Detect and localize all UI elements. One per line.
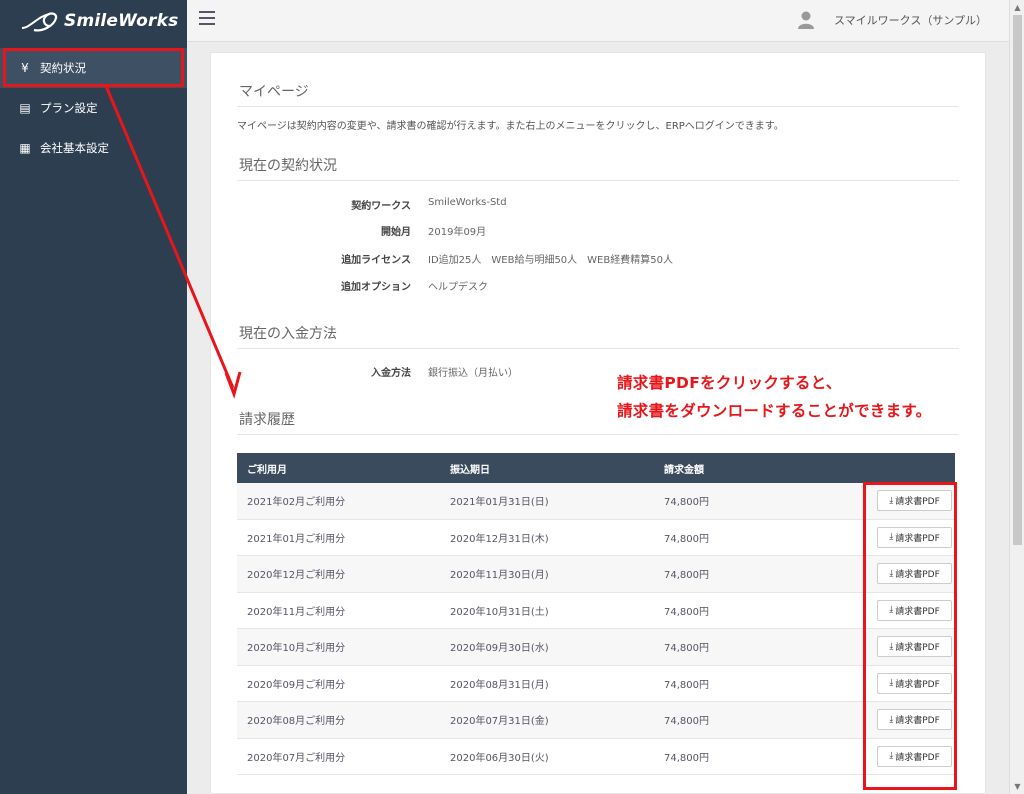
contract-section-title: 現在の契約状況: [239, 158, 337, 174]
cell-month: 2020年07月ご利用分: [247, 752, 346, 764]
cell-amount: 74,800円: [664, 716, 709, 728]
table-row: 2021年02月ご利用分 2021年01月31日(日) 74,800円 ⤓ 請求書PDF: [237, 483, 955, 520]
table-row: 2020年07月ご利用分 2020年06月30日(火) 74,800円 ⤓ 請求書PDF: [237, 739, 955, 775]
top-bar: スマイルワークス（サンプル）: [187, 0, 1009, 42]
cell-due: 2020年10月31日(土): [450, 606, 549, 618]
highlight-box-sidebar: [3, 48, 184, 87]
cell-month: 2020年12月ご利用分: [247, 570, 346, 582]
contract-row-start: 開始月 2019年09月: [381, 227, 487, 238]
cell-due: 2020年08月31日(月): [450, 679, 549, 691]
cell-amount: 74,800円: [664, 570, 709, 582]
sidebar-item-company[interactable]: ▦ 会社基本設定: [0, 128, 187, 168]
table-row: 2020年11月ご利用分 2020年10月31日(土) 74,800円 ⤓ 請求書PDF: [237, 593, 955, 629]
table-row: 2020年10月ご利用分 2020年09月30日(水) 74,800円 ⤓ 請求書PDF: [237, 629, 955, 666]
page-scrollbar[interactable]: ▲ ▼: [1009, 0, 1024, 794]
scroll-down-icon[interactable]: ▼: [1010, 779, 1024, 794]
cell-due: 2020年11月30日(月): [450, 570, 549, 582]
user-name: スマイルワークス（サンプル）: [833, 14, 987, 27]
cell-due: 2020年06月30日(火): [450, 752, 549, 764]
cell-due: 2021年01月31日(日): [450, 497, 549, 509]
sidebar-item-label: プラン設定: [40, 101, 98, 115]
brand-name: SmileWorks: [64, 11, 179, 31]
table-header: ご利用月 振込期日 請求金額: [237, 453, 955, 483]
table-row: 2021年01月ご利用分 2020年12月31日(木) 74,800円 ⤓ 請求書PDF: [237, 520, 955, 556]
building-icon: ▦: [19, 141, 31, 155]
scroll-up-icon[interactable]: ▲: [1010, 0, 1024, 15]
scrollbar-thumb[interactable]: [1013, 15, 1022, 545]
contract-row-license: 追加ライセンス ID追加25人 WEB給与明細50人 WEB経費精算50人: [341, 255, 673, 266]
contract-row-option: 追加オプション ヘルプデスク: [341, 282, 488, 293]
table-row: 2020年09月ご利用分 2020年08月31日(月) 74,800円 ⤓ 請求書PDF: [237, 666, 955, 702]
annotation-note: 請求書PDFをクリックすると、 請求書をダウンロードすることができます。: [617, 374, 932, 420]
user-avatar-icon: [797, 11, 814, 29]
billing-history-table: ご利用月 振込期日 請求金額 2021年02月ご利用分 2021年01月31日(日…: [237, 453, 955, 775]
contract-row-works: 契約ワークス SmileWorks-Std: [351, 197, 507, 212]
cell-amount: 74,800円: [664, 643, 709, 655]
smileworks-logo-icon: [21, 12, 58, 32]
cell-amount: 74,800円: [664, 497, 709, 509]
cell-amount: 74,800円: [664, 679, 709, 691]
user-menu[interactable]: スマイルワークス（サンプル）: [797, 11, 987, 29]
cell-amount: 74,800円: [664, 606, 709, 618]
highlight-box-pdf-buttons: [863, 482, 957, 790]
cell-amount: 74,800円: [664, 533, 709, 545]
cell-month: 2020年11月ご利用分: [247, 606, 346, 618]
sidebar: SmileWorks ¥ 契約状況 ▤ プラン設定 ▦ 会社基本設定: [0, 0, 187, 794]
cell-due: 2020年07月31日(金): [450, 716, 549, 728]
brand-logo[interactable]: SmileWorks: [0, 0, 187, 42]
page-title: マイページ: [239, 84, 309, 100]
payment-row: 入金方法 銀行振込（月払い）: [371, 368, 518, 379]
cell-due: 2020年12月31日(木): [450, 533, 549, 545]
hamburger-menu-icon[interactable]: [199, 11, 215, 27]
cell-month: 2020年09月ご利用分: [247, 679, 346, 691]
list-icon: ▤: [19, 101, 31, 115]
payment-section-title: 現在の入金方法: [239, 326, 337, 342]
cell-month: 2020年10月ご利用分: [247, 643, 346, 655]
table-row: 2020年08月ご利用分 2020年07月31日(金) 74,800円 ⤓ 請求書PDF: [237, 702, 955, 739]
page-intro: マイページは契約内容の変更や、請求書の確認が行えます。また右上のメニューをクリッ…: [237, 121, 784, 132]
table-row: 2020年12月ご利用分 2020年11月30日(月) 74,800円 ⤓ 請求書PDF: [237, 556, 955, 593]
cell-month: 2021年02月ご利用分: [247, 497, 346, 509]
cell-amount: 74,800円: [664, 752, 709, 764]
history-section-title: 請求履歴: [239, 412, 295, 428]
cell-due: 2020年09月30日(水): [450, 643, 549, 655]
cell-month: 2020年08月ご利用分: [247, 716, 346, 728]
sidebar-item-plan[interactable]: ▤ プラン設定: [0, 88, 187, 128]
sidebar-item-label: 会社基本設定: [40, 141, 109, 155]
cell-month: 2021年01月ご利用分: [247, 533, 346, 545]
